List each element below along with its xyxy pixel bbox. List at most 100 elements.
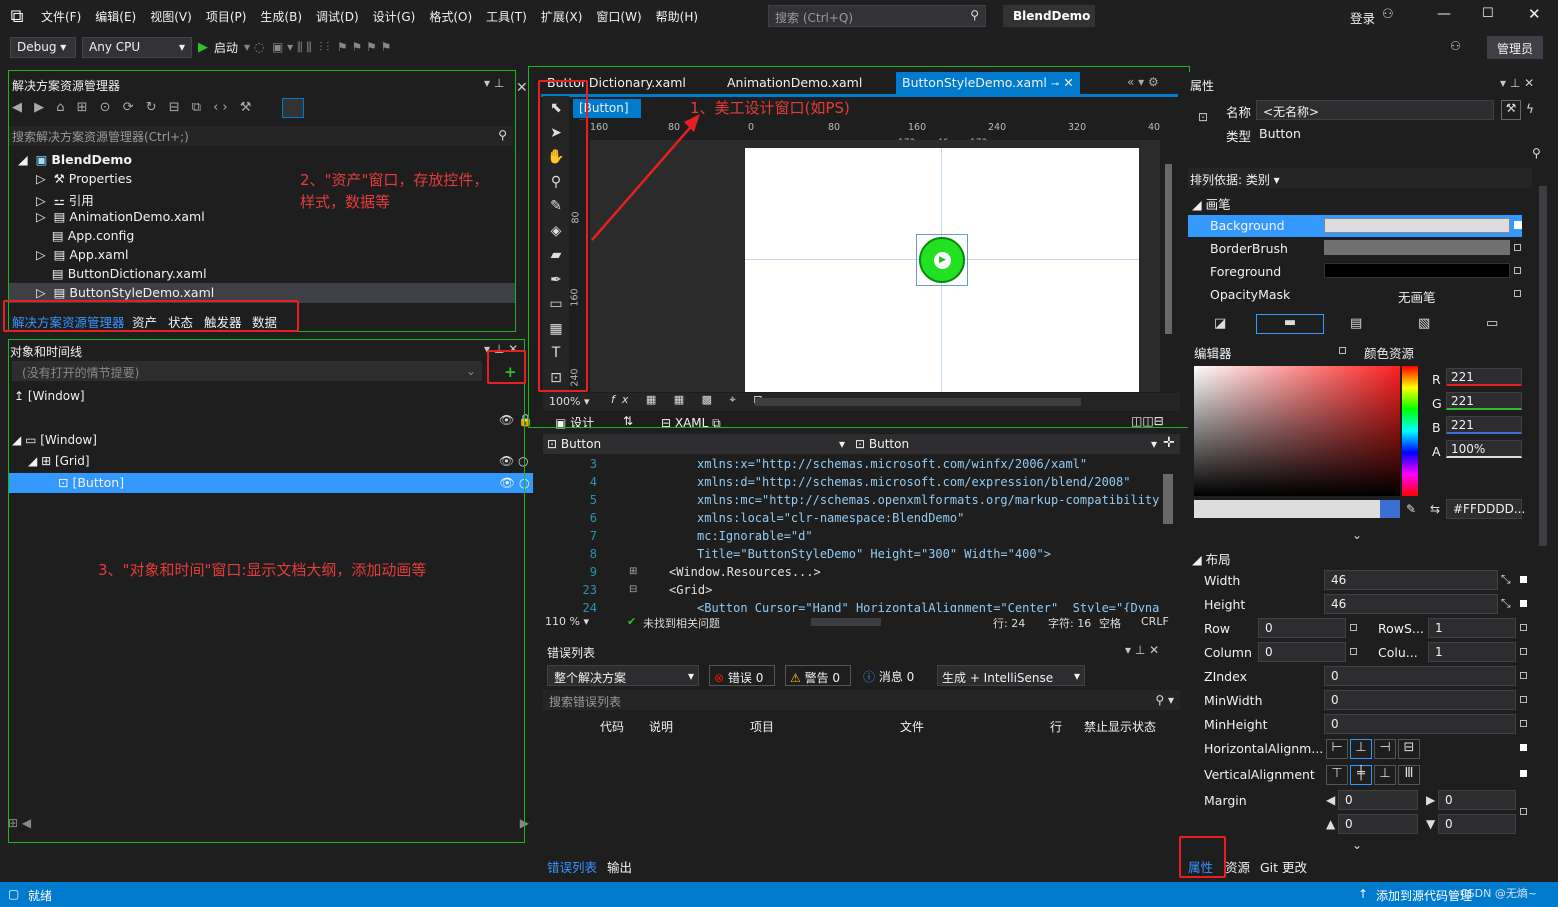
advanced-options-marker[interactable]	[1520, 600, 1527, 607]
gradient-brush-tab-icon[interactable]: ▤	[1350, 316, 1362, 331]
messages-filter-button[interactable]: ⓘ 消息 0	[863, 668, 914, 685]
add-to-source-control-button[interactable]: 添加到源代码管理	[1376, 887, 1472, 904]
login-link[interactable]: 登录	[1350, 8, 1375, 27]
col-code[interactable]: 代码	[600, 718, 624, 735]
line-ending[interactable]: CRLF	[1141, 615, 1169, 628]
platform-dropdown[interactable]: Any CPU ▾	[82, 36, 192, 58]
blue-input[interactable]: 221	[1446, 416, 1522, 434]
warnings-filter-button[interactable]: ⚠ 警告 0	[785, 665, 851, 686]
scope-left-dropdown[interactable]: ⊡ Button	[547, 437, 601, 451]
advanced-options-marker[interactable]	[1520, 672, 1527, 679]
pin-icon[interactable]: ▾ ⊥ ✕	[1125, 643, 1159, 657]
image-brush-tab-icon[interactable]: ▧	[1418, 316, 1430, 331]
swap-format-icon[interactable]: ⇆	[1430, 502, 1440, 516]
eyedropper-icon[interactable]: ✎	[1406, 502, 1416, 516]
scroll-thumb[interactable]	[1539, 186, 1547, 546]
advanced-options-marker[interactable]	[1520, 648, 1527, 655]
tab-output[interactable]: 输出	[607, 857, 632, 876]
alpha-input[interactable]: 100%	[1446, 440, 1522, 458]
height-input[interactable]: 46	[1324, 594, 1498, 614]
align-center-icon[interactable]: ⊥	[1350, 739, 1372, 759]
advanced-options-marker[interactable]	[1520, 696, 1527, 703]
advanced-options-marker[interactable]	[1520, 720, 1527, 727]
brush-row-background-selected[interactable]: Background	[1188, 215, 1522, 237]
col-file[interactable]: 文件	[900, 718, 924, 735]
rowspan-input[interactable]: 1	[1428, 618, 1516, 638]
errors-filter-button[interactable]: ⊗ 错误 0	[709, 665, 775, 686]
margin-left-input[interactable]: 0	[1338, 790, 1418, 810]
brush-swatch[interactable]	[1324, 240, 1510, 255]
code-editor[interactable]: 3 4 5 6 7 8 9 23 24 ⊞ ⊟ xmlns:x="http://…	[543, 454, 1159, 612]
maximize-button[interactable]: ☐	[1482, 6, 1494, 21]
events-lightning-button[interactable]: ϟ	[1526, 102, 1534, 116]
tab-error-list[interactable]: 错误列表	[547, 857, 597, 876]
red-input[interactable]: 221	[1446, 368, 1522, 386]
fold-expand-icon[interactable]: ⊞	[629, 566, 637, 577]
menu-format[interactable]: 格式(O)	[422, 8, 479, 25]
auto-size-icon[interactable]: ⤡	[1501, 572, 1511, 587]
menu-file[interactable]: 文件(F)	[34, 8, 88, 25]
green-input[interactable]: 221	[1446, 392, 1522, 410]
scroll-thumb[interactable]	[1163, 474, 1173, 524]
account-icon[interactable]: ⚇	[1382, 7, 1394, 22]
minheight-input[interactable]: 0	[1324, 714, 1516, 734]
align-right-icon[interactable]: ⊣	[1374, 739, 1396, 759]
pin-icon[interactable]: ▾ ⊥ ✕	[1500, 76, 1534, 90]
global-search-input[interactable]: 搜索 (Ctrl+Q) ⚲	[768, 5, 986, 27]
indent-mode[interactable]: 空格	[1099, 615, 1121, 631]
search-icon[interactable]: ⚲	[1532, 146, 1541, 160]
row-input[interactable]: 0	[1258, 618, 1346, 638]
close-icon[interactable]: ✕	[516, 80, 528, 96]
error-search-input[interactable]: 搜索错误列表 ⚲ ▾	[543, 690, 1180, 710]
brush-swatch[interactable]	[1324, 218, 1510, 233]
advanced-options-marker[interactable]	[1520, 770, 1527, 777]
no-brush-tab-icon[interactable]: ◪	[1214, 316, 1226, 331]
menu-extensions[interactable]: 扩展(X)	[534, 8, 590, 25]
split-add-icon[interactable]: ✛	[1163, 435, 1175, 451]
menu-edit[interactable]: 编辑(E)	[88, 8, 143, 25]
play-icon[interactable]: ▶	[198, 40, 208, 55]
brush-label[interactable]: Foreground	[1210, 264, 1281, 279]
margin-bottom-input[interactable]: 0	[1438, 814, 1516, 834]
config-dropdown[interactable]: Debug ▾	[10, 36, 76, 58]
feedback-icon[interactable]: ⚇	[1450, 39, 1461, 53]
solid-brush-tab-icon[interactable]: ▬	[1256, 314, 1324, 334]
name-input[interactable]: <无名称>	[1256, 100, 1494, 120]
hex-input[interactable]: #FFDDDD...	[1446, 499, 1525, 519]
align-top-icon[interactable]: ⊤	[1326, 765, 1348, 785]
auto-size-icon[interactable]: ⤡	[1501, 596, 1511, 611]
brush-label[interactable]: BorderBrush	[1210, 241, 1288, 256]
align-vstretch-icon[interactable]: Ⅲ	[1398, 765, 1420, 785]
advanced-options-marker[interactable]	[1350, 624, 1357, 631]
margin-top-input[interactable]: 0	[1338, 814, 1418, 834]
start-button[interactable]: 启动	[214, 39, 238, 56]
advanced-options-marker[interactable]	[1520, 744, 1527, 751]
menu-window[interactable]: 窗口(W)	[589, 8, 648, 25]
menu-view[interactable]: 视图(V)	[143, 8, 199, 25]
build-filter-dropdown[interactable]: 生成 + IntelliSense ▾	[937, 665, 1085, 686]
collapse-chevron-icon[interactable]: ⌄	[1352, 528, 1362, 542]
menu-help[interactable]: 帮助(H)	[649, 8, 705, 25]
col-suppression[interactable]: 禁止显示状态	[1084, 718, 1156, 735]
columnspan-input[interactable]: 1	[1428, 642, 1516, 662]
minwidth-input[interactable]: 0	[1324, 690, 1516, 710]
color-resources-tab[interactable]: 颜色资源	[1364, 343, 1414, 362]
error-scope-dropdown[interactable]: 整个解决方案 ▾	[547, 665, 699, 686]
tab-resources[interactable]: 资源	[1225, 857, 1250, 876]
code-zoom-dropdown[interactable]: 110 % ▾	[545, 615, 589, 628]
code-horizontal-scrollbar[interactable]	[811, 618, 881, 626]
fold-collapse-icon[interactable]: ⊟	[629, 584, 637, 595]
advanced-options-marker[interactable]	[1514, 290, 1521, 297]
advanced-options-marker[interactable]	[1520, 624, 1527, 631]
brush-swatch[interactable]	[1324, 263, 1510, 278]
menu-build[interactable]: 生成(B)	[253, 8, 309, 25]
brush-section-header[interactable]: ◢ 画笔	[1192, 194, 1231, 213]
properties-wrench-button[interactable]: ⚒	[1501, 100, 1521, 120]
brush-label[interactable]: OpacityMask	[1210, 287, 1290, 302]
menu-debug[interactable]: 调试(D)	[309, 8, 366, 25]
align-left-icon[interactable]: ⊢	[1326, 739, 1348, 759]
tab-git-changes[interactable]: Git 更改	[1260, 857, 1307, 876]
advanced-options-marker[interactable]	[1514, 267, 1521, 274]
advanced-options-marker[interactable]	[1514, 221, 1522, 229]
zindex-input[interactable]: 0	[1324, 666, 1516, 686]
